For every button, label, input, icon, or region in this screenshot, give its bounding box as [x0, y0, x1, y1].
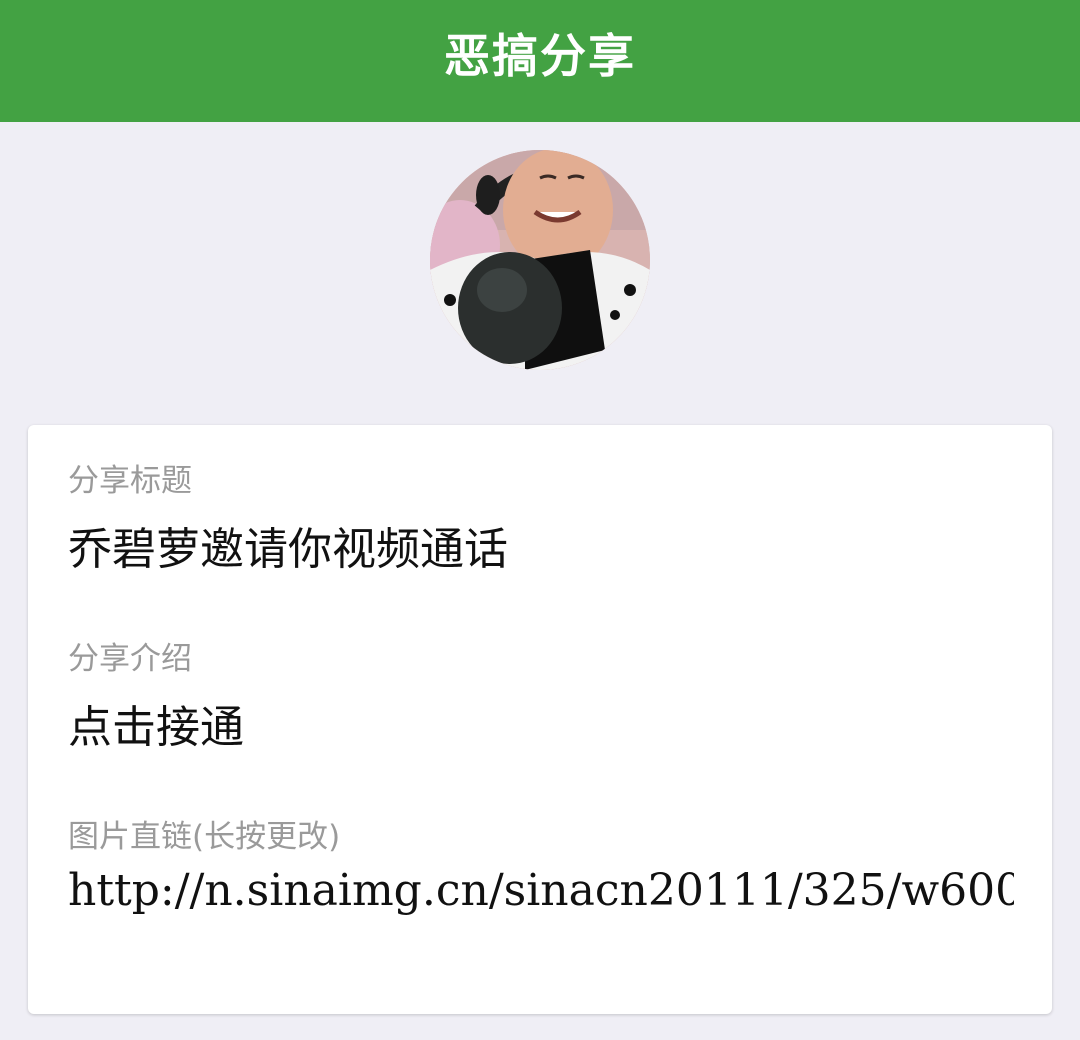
image-link-field[interactable]: http://n.sinaimg.cn/sinacn20111/325/w600 — [68, 865, 1014, 935]
image-link-label: 图片直链(长按更改) — [68, 819, 341, 855]
image-link-value: http://n.sinaimg.cn/sinacn20111/325/w600 — [68, 865, 1014, 916]
share-title-label: 分享标题 — [68, 463, 192, 499]
share-intro-label: 分享介绍 — [68, 641, 192, 677]
avatar-photo-icon — [430, 150, 650, 370]
share-intro-value[interactable]: 点击接通 — [68, 691, 244, 755]
avatar[interactable] — [430, 150, 650, 370]
share-title-value[interactable]: 乔碧萝邀请你视频通话 — [68, 513, 508, 577]
top-bar: 恶搞分享 — [0, 0, 1080, 122]
share-info-card: 分享标题 乔碧萝邀请你视频通话 分享介绍 点击接通 图片直链(长按更改) htt… — [28, 425, 1052, 1014]
page-title: 恶搞分享 — [444, 29, 636, 83]
